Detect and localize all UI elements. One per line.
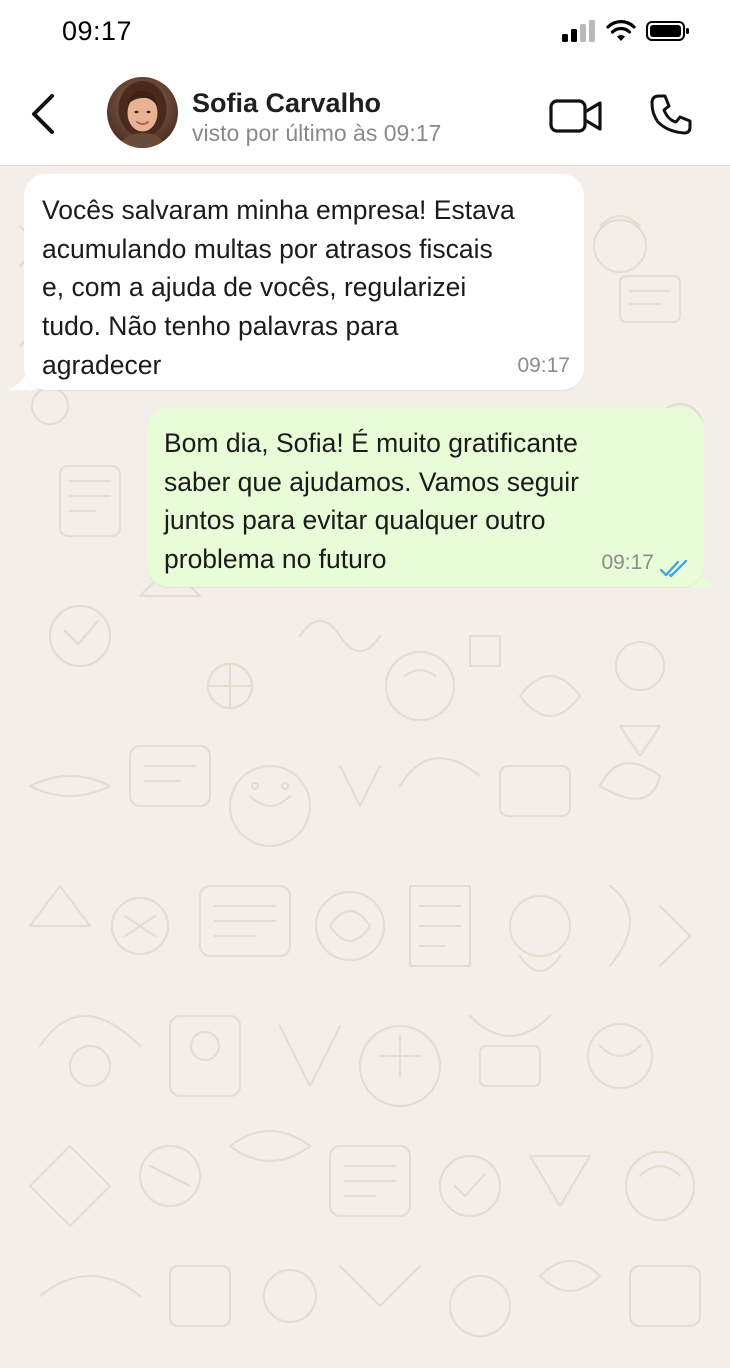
voice-call-button[interactable] [648, 92, 694, 138]
status-bar: 09:17 [0, 0, 730, 66]
message-time: 09:17 [601, 551, 654, 575]
message-time: 09:17 [517, 354, 570, 378]
chevron-left-icon [32, 94, 54, 134]
contact-photo [107, 77, 178, 148]
message-incoming[interactable]: Vocês salvaram minha empresa! Estava acu… [24, 174, 584, 390]
double-check-icon [660, 559, 688, 578]
avatar[interactable] [107, 77, 178, 148]
chat-area[interactable]: Vocês salvaram minha empresa! Estava acu… [0, 166, 730, 1368]
battery-icon [646, 21, 689, 41]
status-time: 09:17 [62, 16, 133, 46]
cellular-signal-icon [562, 20, 595, 42]
phone-icon [650, 94, 692, 135]
video-camera-icon [549, 99, 602, 133]
contact-name[interactable]: Sofia Carvalho [192, 88, 381, 119]
status-icons [562, 20, 690, 42]
video-call-button[interactable] [548, 96, 604, 136]
message-text: Vocês salvaram minha empresa! Estava acu… [42, 195, 515, 380]
wifi-icon [606, 20, 636, 41]
chat-header: Sofia Carvalho visto por último às 09:17 [0, 66, 730, 166]
contact-last-seen: visto por último às 09:17 [192, 120, 442, 146]
back-button[interactable] [24, 90, 64, 138]
message-outgoing[interactable]: Bom dia, Sofia! É muito gratificante sab… [147, 408, 704, 587]
